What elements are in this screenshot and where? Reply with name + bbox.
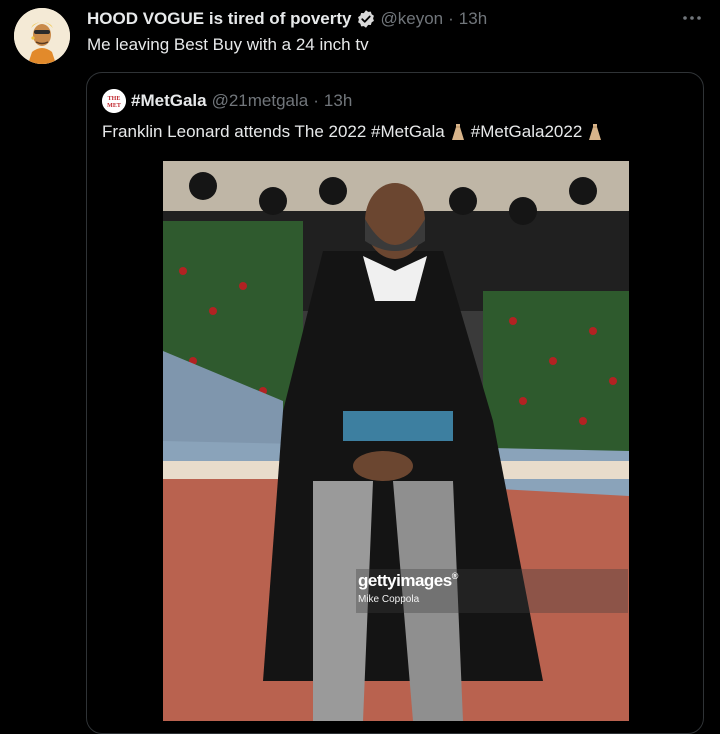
dress-emoji-icon xyxy=(589,124,602,140)
quoted-author-handle[interactable]: @21metgala xyxy=(212,91,309,111)
quoted-author-name[interactable]: #MetGala xyxy=(131,91,207,111)
svg-text:THE: THE xyxy=(108,96,121,102)
met-logo-icon: THE MET xyxy=(102,89,126,113)
tweet-timestamp[interactable]: 13h xyxy=(459,9,487,29)
dress-emoji-icon xyxy=(451,124,464,140)
tweet[interactable]: HOOD VOGUE is tired of poverty @keyon · … xyxy=(0,0,720,734)
met-gala-photo xyxy=(163,161,629,721)
quoted-tweet-card[interactable]: THE MET #MetGala @21metgala · 13h Frankl… xyxy=(86,72,704,734)
getty-logo: gettyimages® xyxy=(358,571,458,591)
separator-dot: · xyxy=(313,91,319,110)
getty-watermark: gettyimages® Mike Coppola xyxy=(356,569,628,613)
quoted-text-part1: Franklin Leonard attends The 2022 #MetGa… xyxy=(102,122,445,141)
photo-credit: Mike Coppola xyxy=(358,594,420,605)
getty-logo-mark: ® xyxy=(451,571,459,581)
user-avatar[interactable] xyxy=(14,8,70,64)
tweet-text: Me leaving Best Buy with a 24 inch tv xyxy=(87,35,369,54)
tweet-photo[interactable]: gettyimages® Mike Coppola xyxy=(163,161,629,721)
svg-text:MET: MET xyxy=(107,103,121,109)
tweet-header: HOOD VOGUE is tired of poverty @keyon · … xyxy=(87,8,487,30)
quoted-timestamp[interactable]: 13h xyxy=(324,91,352,111)
more-options-icon[interactable] xyxy=(681,10,703,26)
quoted-header: #MetGala @21metgala · 13h xyxy=(131,91,352,111)
author-name[interactable]: HOOD VOGUE is tired of poverty xyxy=(87,9,352,29)
separator-dot: · xyxy=(448,9,454,28)
verified-badge-icon xyxy=(357,10,374,28)
author-handle[interactable]: @keyon xyxy=(381,9,444,29)
quoted-text-part2: #MetGala2022 xyxy=(470,122,583,141)
getty-logo-text: gettyimages xyxy=(358,571,452,590)
cartoon-avatar-icon xyxy=(14,8,70,64)
quoted-avatar[interactable]: THE MET xyxy=(102,89,126,113)
quoted-tweet-text: Franklin Leonard attends The 2022 #MetGa… xyxy=(102,122,608,142)
